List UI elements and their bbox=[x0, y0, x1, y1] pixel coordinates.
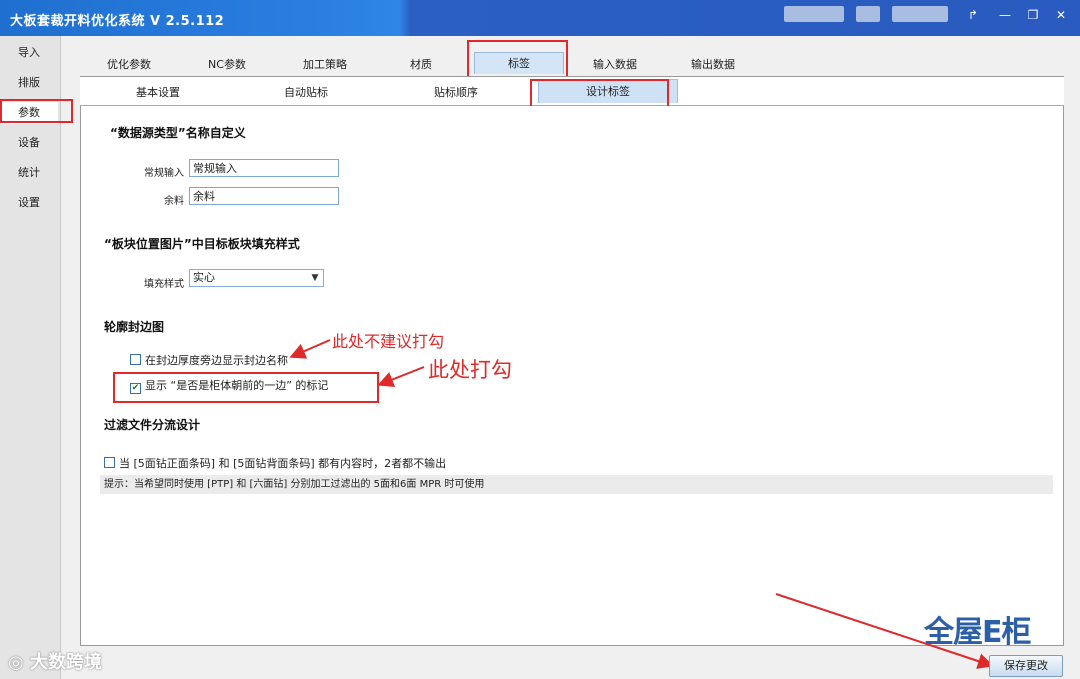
tab-material[interactable]: 材质 bbox=[378, 54, 464, 76]
edge-option-show-name-label: 在封边厚度旁边显示封边名称 bbox=[145, 354, 288, 367]
save-button[interactable]: 保存更改 bbox=[989, 655, 1063, 677]
logout-icon[interactable]: ↱ bbox=[962, 6, 984, 24]
tab-label[interactable]: 标签 bbox=[474, 52, 564, 74]
section-fill-title: “板块位置图片”中目标板块填充样式 bbox=[104, 237, 300, 251]
annotation-check-here: 此处打勾 bbox=[428, 358, 512, 382]
section-datasource-title: “数据源类型”名称自定义 bbox=[110, 126, 246, 140]
annotation-not-recommended: 此处不建议打勾 bbox=[332, 332, 445, 351]
tab-basic-settings[interactable]: 基本设置 bbox=[98, 81, 218, 105]
window-title: 大板套裁开料优化系统 V 2.5.112 bbox=[10, 14, 225, 29]
blurred-user-info bbox=[784, 6, 844, 22]
normal-input-label: 常规输入 bbox=[144, 168, 184, 179]
title-bar: 大板套裁开料优化系统 V 2.5.112 ↱ — ❐ ✕ bbox=[0, 0, 1080, 36]
edge-option-front-marker[interactable]: ✔ 显示 “是否是柜体朝前的一边” 的标记 bbox=[130, 377, 328, 394]
remnant-label: 余料 bbox=[164, 196, 184, 207]
minimize-icon[interactable]: — bbox=[994, 6, 1016, 24]
normal-input-field[interactable] bbox=[189, 159, 339, 177]
sidebar-item-device[interactable]: 设备 bbox=[0, 132, 58, 154]
fill-style-label: 填充样式 bbox=[144, 279, 184, 290]
tab-design-label[interactable]: 设计标签 bbox=[538, 79, 678, 103]
tab-auto-label[interactable]: 自动贴标 bbox=[246, 81, 366, 105]
checkbox-checked[interactable]: ✔ bbox=[130, 383, 141, 394]
sub-tabs: 基本设置 自动贴标 贴标顺序 设计标签 bbox=[80, 77, 1064, 106]
tab-output-data[interactable]: 输出数据 bbox=[670, 54, 756, 76]
tab-label-order[interactable]: 贴标顺序 bbox=[396, 81, 516, 105]
sidebar-item-stats[interactable]: 统计 bbox=[0, 162, 58, 184]
chevron-down-icon[interactable]: ▼ bbox=[307, 270, 323, 286]
checkbox-unchecked[interactable] bbox=[104, 457, 115, 468]
section-edge-title: 轮廓封边图 bbox=[104, 320, 165, 334]
restore-icon[interactable]: ❐ bbox=[1022, 6, 1044, 24]
hint-bar: 提示：当希望同时使用 [PTP] 和 [六面钻] 分别加工过滤出的 5面和6面 … bbox=[100, 475, 1053, 494]
tab-machining-strategy[interactable]: 加工策略 bbox=[282, 54, 368, 76]
main-tabs: 优化参数 NC参数 加工策略 材质 标签 输入数据 输出数据 bbox=[66, 40, 1076, 76]
tab-optimize-params[interactable]: 优化参数 bbox=[86, 54, 172, 76]
sidebar-item-import[interactable]: 导入 bbox=[0, 42, 58, 64]
sidebar-item-params[interactable]: 参数 bbox=[0, 102, 58, 124]
checkbox-unchecked[interactable] bbox=[130, 354, 141, 365]
edge-option-show-name[interactable]: 在封边厚度旁边显示封边名称 bbox=[130, 352, 288, 368]
watermark-right: 全屋E柜 bbox=[924, 615, 1031, 650]
watermark-left: ◎ 大数跨境 bbox=[8, 652, 102, 673]
tab-input-data[interactable]: 输入数据 bbox=[572, 54, 658, 76]
blurred-user-info-3 bbox=[892, 6, 948, 22]
filter-option[interactable]: 当 [5面钻正面条码] 和 [5面钻背面条码] 都有内容时，2者都不输出 bbox=[104, 455, 446, 471]
sidebar-item-settings[interactable]: 设置 bbox=[0, 192, 58, 214]
watermark-left-text: 大数跨境 bbox=[29, 652, 102, 673]
blurred-user-info-2 bbox=[856, 6, 880, 22]
section-filter-title: 过滤文件分流设计 bbox=[104, 418, 201, 432]
remnant-field[interactable] bbox=[189, 187, 339, 205]
fill-style-value: 实心 bbox=[193, 271, 215, 284]
sidebar: 导入 排版 参数 设备 统计 设置 bbox=[0, 36, 61, 679]
close-icon[interactable]: ✕ bbox=[1050, 6, 1072, 24]
sidebar-item-layout[interactable]: 排版 bbox=[0, 72, 58, 94]
fill-style-select[interactable]: 实心 ▼ bbox=[189, 269, 324, 287]
tab-nc-params[interactable]: NC参数 bbox=[184, 54, 270, 76]
filter-option-label: 当 [5面钻正面条码] 和 [5面钻背面条码] 都有内容时，2者都不输出 bbox=[119, 457, 447, 470]
edge-option-front-marker-label: 显示 “是否是柜体朝前的一边” 的标记 bbox=[145, 379, 329, 392]
